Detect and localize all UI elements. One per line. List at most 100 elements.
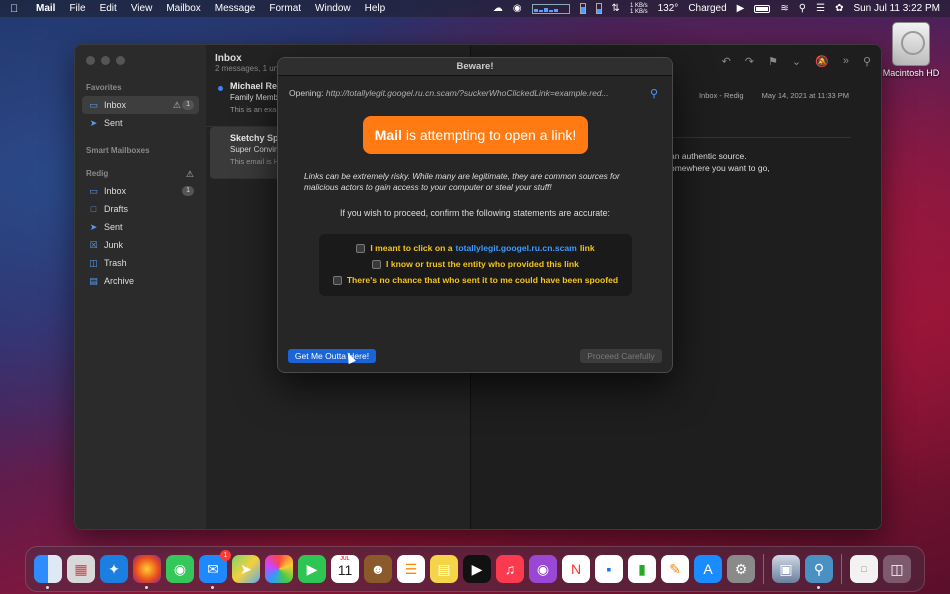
menu-help[interactable]: Help (365, 3, 386, 14)
network-icon[interactable]: ⇅ (612, 3, 620, 14)
menu-file[interactable]: File (69, 3, 85, 14)
messages-icon[interactable]: ◉ (166, 555, 194, 583)
inspect-link-search-icon[interactable]: ⚲ (650, 87, 658, 100)
mail-sidebar: Favorites ▭ Inbox ⚠ 1 ➤ Sent Smart Mailb… (75, 45, 206, 529)
check-meant-to-click[interactable]: I meant to click on a totallylegit.googe… (319, 240, 632, 256)
document-icon[interactable]: □ (850, 555, 878, 583)
facetime-icon[interactable]: ▶ (298, 555, 326, 583)
maps-icon[interactable]: ➤ (232, 555, 260, 583)
disk-bar-icon[interactable] (595, 3, 602, 14)
zoom-window-button[interactable] (116, 56, 125, 65)
launchpad-icon[interactable]: ▦ (67, 555, 95, 583)
sidebar-item-archive[interactable]: ▤ Archive (82, 272, 199, 290)
play-icon[interactable]: ▶ (737, 3, 745, 14)
mute-bell-icon[interactable]: 🔕 (815, 55, 829, 68)
forward-icon[interactable]: ↷ (745, 55, 754, 68)
menu-mail[interactable]: Mail (36, 3, 55, 14)
battery-icon[interactable] (754, 4, 771, 13)
record-icon[interactable]: ◉ (513, 3, 522, 14)
sidebar-item-inbox[interactable]: ▭ Inbox 1 (82, 182, 199, 200)
trash-icon[interactable]: ◫ (883, 555, 911, 583)
sidebar-item-label: Trash (104, 258, 127, 268)
finder-icon[interactable] (34, 555, 62, 589)
mail-icon[interactable]: ✉ 1 (199, 550, 231, 589)
firefox-icon[interactable] (133, 555, 161, 589)
safari-icon[interactable]: ✦ (100, 555, 128, 583)
clock[interactable]: Sun Jul 11 3:22 PM (853, 3, 940, 14)
checkbox[interactable] (372, 259, 382, 269)
music-icon[interactable]: ♫ (496, 555, 524, 583)
checkbox[interactable] (356, 243, 366, 253)
pages-icon[interactable]: ✎ (661, 555, 689, 583)
siri-icon[interactable]: ✿ (835, 3, 843, 14)
check-link-domain: totallylegit.googel.ru.cn.scam (455, 243, 577, 253)
message-date: May 14, 2021 at 11:33 PM (761, 91, 849, 100)
proceed-carefully-button[interactable]: Proceed Carefully (580, 349, 662, 363)
hd-label: Macintosh HD (882, 68, 940, 78)
get-me-outta-here-button[interactable]: Get Me Outta Here! (288, 349, 376, 363)
network-speed[interactable]: 1 KB/s 1 KB/s (630, 3, 648, 15)
battery-status[interactable]: Charged (688, 3, 726, 14)
cloud-icon[interactable]: ☁ (493, 3, 503, 14)
sidebar-item-trash[interactable]: ◫ Trash (82, 254, 199, 272)
chevron-down-icon[interactable]: ⌄ (792, 55, 801, 68)
reply-all-icon[interactable]: ↶ (722, 55, 731, 68)
apple-tv-icon[interactable]: ▶ (463, 555, 491, 583)
search-icon[interactable]: ⚲ (863, 55, 871, 68)
sidebar-item-label: Sent (104, 118, 123, 128)
macintosh-hd-desktop-icon[interactable]: Macintosh HD (880, 22, 942, 78)
menu-view[interactable]: View (131, 3, 153, 14)
dock-separator (841, 554, 842, 584)
menu-bar:  Mail File Edit View Mailbox Message Fo… (0, 0, 950, 17)
more-toolbar-icon[interactable]: » (843, 55, 849, 67)
message-meta: Inbox - Redig May 14, 2021 at 11:33 PM (699, 91, 849, 100)
sidebar-item-sent[interactable]: ➤ Sent (82, 218, 199, 236)
reminders-icon[interactable]: ☰ (397, 555, 425, 583)
temperature-readout[interactable]: 132° (658, 3, 679, 14)
spotlight-search-icon[interactable]: ⚲ (799, 3, 806, 14)
message-body: an authentic source. omewhere you want t… (670, 150, 770, 174)
notes-icon[interactable]: ▤ (430, 555, 458, 583)
minimize-window-button[interactable] (101, 56, 110, 65)
apple-menu-icon[interactable]:  (10, 3, 24, 15)
account-header-row[interactable]: Redig ⚠ (75, 169, 206, 179)
menu-mailbox[interactable]: Mailbox (166, 3, 200, 14)
menu-window[interactable]: Window (315, 3, 351, 14)
calendar-icon[interactable]: JUL 11 (331, 555, 359, 583)
alert-text: is attempting to open a link! (401, 127, 577, 143)
system-preferences-icon[interactable]: ⚙ (727, 555, 755, 583)
smart-mailboxes-header[interactable]: Smart Mailboxes (86, 146, 206, 155)
sidebar-item-junk[interactable]: ☒ Junk (82, 236, 199, 254)
check-label: There's no chance that who sent it to me… (346, 275, 619, 285)
opening-label: Opening: (289, 88, 324, 98)
running-indicator (145, 586, 148, 589)
memory-bar-icon[interactable] (579, 3, 586, 14)
news-icon[interactable]: N (562, 555, 590, 583)
preview-icon[interactable]: ▣ (772, 555, 800, 583)
wifi-icon[interactable]: ≋ (780, 3, 788, 14)
menu-message[interactable]: Message (215, 3, 256, 14)
cpu-meter-icon[interactable] (531, 3, 570, 14)
numbers-icon[interactable]: ▮ (628, 555, 656, 583)
check-not-spoofed[interactable]: There's no chance that who sent it to me… (319, 272, 632, 288)
menu-format[interactable]: Format (269, 3, 301, 14)
sidebar-item-favorites-inbox[interactable]: ▭ Inbox ⚠ 1 (82, 96, 199, 114)
app-store-icon[interactable]: A (694, 555, 722, 583)
menu-edit[interactable]: Edit (100, 3, 117, 14)
sidebar-item-drafts[interactable]: □ Drafts (82, 200, 199, 218)
podcasts-icon[interactable]: ◉ (529, 555, 557, 583)
keynote-icon[interactable]: ▪ (595, 555, 623, 583)
calendar-day: 11 (337, 562, 353, 578)
sidebar-item-label: Sent (104, 222, 123, 232)
opening-url-row: Opening: http://totallylegit.googel.ru.c… (289, 88, 659, 98)
contacts-icon[interactable]: ☻ (364, 555, 392, 583)
control-center-icon[interactable]: ☰ (816, 3, 825, 14)
quicktime-icon[interactable]: ⚲ (805, 555, 833, 589)
sidebar-item-favorites-sent[interactable]: ➤ Sent (82, 114, 199, 132)
flag-icon[interactable]: ⚑ (768, 55, 778, 68)
check-trust-entity[interactable]: I know or trust the entity who provided … (319, 256, 632, 272)
checkbox[interactable] (332, 275, 342, 285)
photos-icon[interactable] (265, 555, 293, 583)
close-window-button[interactable] (86, 56, 95, 65)
sidebar-item-label: Inbox (104, 186, 127, 196)
